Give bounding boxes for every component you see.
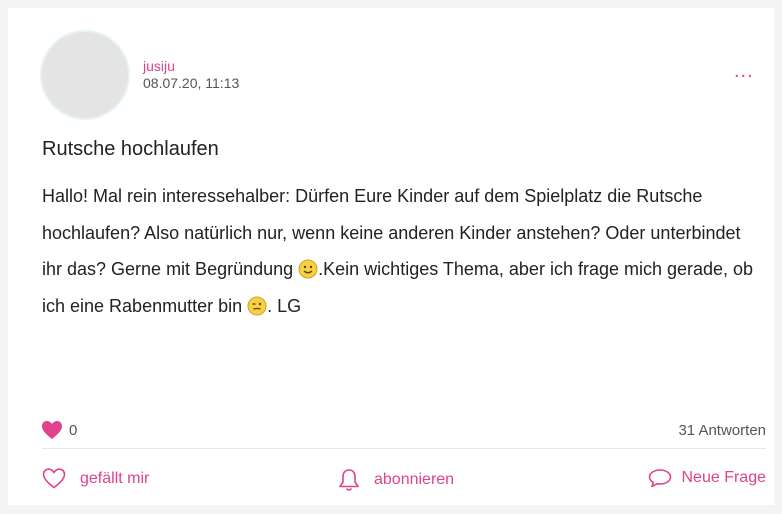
subscribe-button[interactable]: abonnieren [338, 468, 454, 492]
new-question-label: Neue Frage [681, 469, 767, 486]
post-body-text-3: . LG [267, 295, 302, 316]
more-options-button[interactable]: ... [734, 60, 754, 83]
heart-filled-icon [42, 421, 62, 439]
subscribe-label: abonnieren [374, 471, 455, 488]
bell-icon [339, 469, 359, 491]
smile-emoji-icon [298, 259, 318, 279]
post-body: Hallo! Mal rein interessehalber: Dürfen … [42, 178, 762, 324]
speech-bubble-icon [648, 469, 671, 488]
post-card: jusiju 08.07.20, 11:13 ... Rutsche hochl… [8, 8, 774, 505]
answers-count[interactable]: 31 Antworten [678, 422, 766, 439]
divider [42, 448, 766, 449]
username-link[interactable]: jusiju [143, 58, 175, 74]
heart-icon [42, 468, 66, 489]
wink-emoji-icon [247, 296, 267, 315]
likes-counter: 0 [41, 420, 77, 440]
post-title: Rutsche hochlaufen [42, 138, 219, 160]
like-label: gefällt mir [80, 469, 150, 487]
post-timestamp: 08.07.20, 11:13 [143, 75, 240, 91]
like-button[interactable]: gefällt mir [42, 468, 149, 489]
likes-count: 0 [69, 421, 78, 439]
avatar[interactable] [40, 30, 130, 120]
new-question-button[interactable]: Neue Frage [648, 468, 767, 488]
